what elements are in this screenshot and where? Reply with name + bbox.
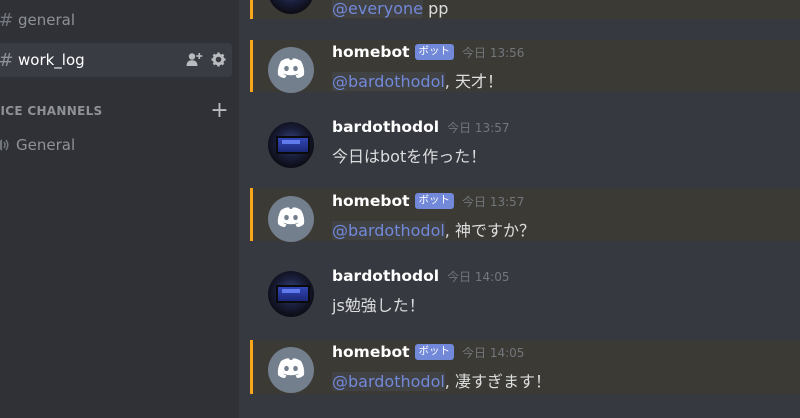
- discord-logo-icon: [277, 57, 305, 83]
- username[interactable]: bardothodol: [332, 118, 439, 136]
- gear-icon[interactable]: [211, 52, 226, 67]
- bot-tag: ボット: [414, 44, 454, 60]
- channel-sidebar: # general # work_log: [0, 0, 239, 418]
- plus-icon[interactable]: +: [210, 98, 229, 123]
- avatar[interactable]: [268, 122, 314, 168]
- message-content: @bardothodol, 凄すぎます！: [332, 368, 551, 392]
- message: homebot ボット 今日 14:05 @bardothodol, 凄すぎます…: [239, 335, 800, 413]
- avatar[interactable]: [268, 271, 314, 317]
- message-header: bardothodol 今日 14:05: [332, 267, 510, 285]
- avatar[interactable]: [268, 47, 314, 93]
- voice-channel-general[interactable]: General: [0, 128, 232, 162]
- message: homebot ボット 今日 13:57 @bardothodol, 神ですか？: [239, 184, 800, 262]
- message-header: bardothodol 今日 13:57: [332, 118, 510, 136]
- avatar[interactable]: [268, 196, 314, 242]
- username[interactable]: homebot: [332, 43, 410, 61]
- timestamp: 今日 13:57: [447, 120, 510, 135]
- mention[interactable]: @bardothodol: [332, 372, 445, 391]
- bot-tag: ボット: [414, 344, 454, 360]
- mention[interactable]: @bardothodol: [332, 72, 445, 91]
- chat-area: @everyone pp homebot ボット 今日 13:56 @bardo…: [239, 0, 800, 418]
- channel-name: work_log: [18, 51, 85, 69]
- message-text: js勉強した！: [332, 296, 425, 315]
- message-text: , 神ですか？: [444, 221, 535, 240]
- message-content: js勉強した！: [332, 292, 425, 316]
- channel-general[interactable]: # general: [0, 3, 232, 37]
- channel-name: general: [18, 11, 76, 29]
- message-content: 今日はbotを作った！: [332, 143, 486, 167]
- message-text: , 天才！: [444, 72, 503, 91]
- discord-logo-icon: [277, 206, 305, 232]
- message-text: pp: [422, 0, 449, 18]
- mention[interactable]: @bardothodol: [332, 221, 445, 240]
- message-content: @everyone pp: [332, 0, 448, 18]
- message: bardothodol 今日 14:05 js勉強した！: [239, 259, 800, 337]
- channel-work-log[interactable]: # work_log: [0, 43, 232, 77]
- timestamp: 今日 14:05: [447, 269, 510, 284]
- channel-name: General: [16, 136, 76, 154]
- voice-channels-category[interactable]: OICE CHANNELS +: [0, 98, 232, 123]
- username[interactable]: bardothodol: [332, 267, 439, 285]
- username[interactable]: homebot: [332, 343, 410, 361]
- speaker-icon: [0, 137, 14, 153]
- message-content: @bardothodol, 神ですか？: [332, 217, 535, 241]
- timestamp: 今日 14:05: [462, 345, 525, 360]
- hash-icon: #: [0, 50, 16, 71]
- message: bardothodol 今日 13:57 今日はbotを作った！: [239, 110, 800, 188]
- discord-logo-icon: [277, 357, 305, 383]
- username[interactable]: homebot: [332, 192, 410, 210]
- message-content: @bardothodol, 天才！: [332, 68, 503, 92]
- category-label: OICE CHANNELS: [0, 104, 103, 118]
- bot-tag: ボット: [414, 193, 454, 209]
- hash-icon: #: [0, 10, 16, 31]
- message-text: , 凄すぎます！: [444, 372, 551, 391]
- add-member-icon[interactable]: [186, 52, 203, 67]
- mention[interactable]: @everyone: [332, 0, 423, 18]
- message-header: homebot ボット 今日 13:56: [332, 43, 524, 61]
- message-header: homebot ボット 今日 14:05: [332, 343, 524, 361]
- message: homebot ボット 今日 13:56 @bardothodol, 天才！: [239, 35, 800, 113]
- timestamp: 今日 13:57: [462, 194, 525, 209]
- avatar[interactable]: [268, 347, 314, 393]
- message-text: 今日はbotを作った！: [332, 147, 487, 166]
- timestamp: 今日 13:56: [462, 45, 525, 60]
- message-header: homebot ボット 今日 13:57: [332, 192, 524, 210]
